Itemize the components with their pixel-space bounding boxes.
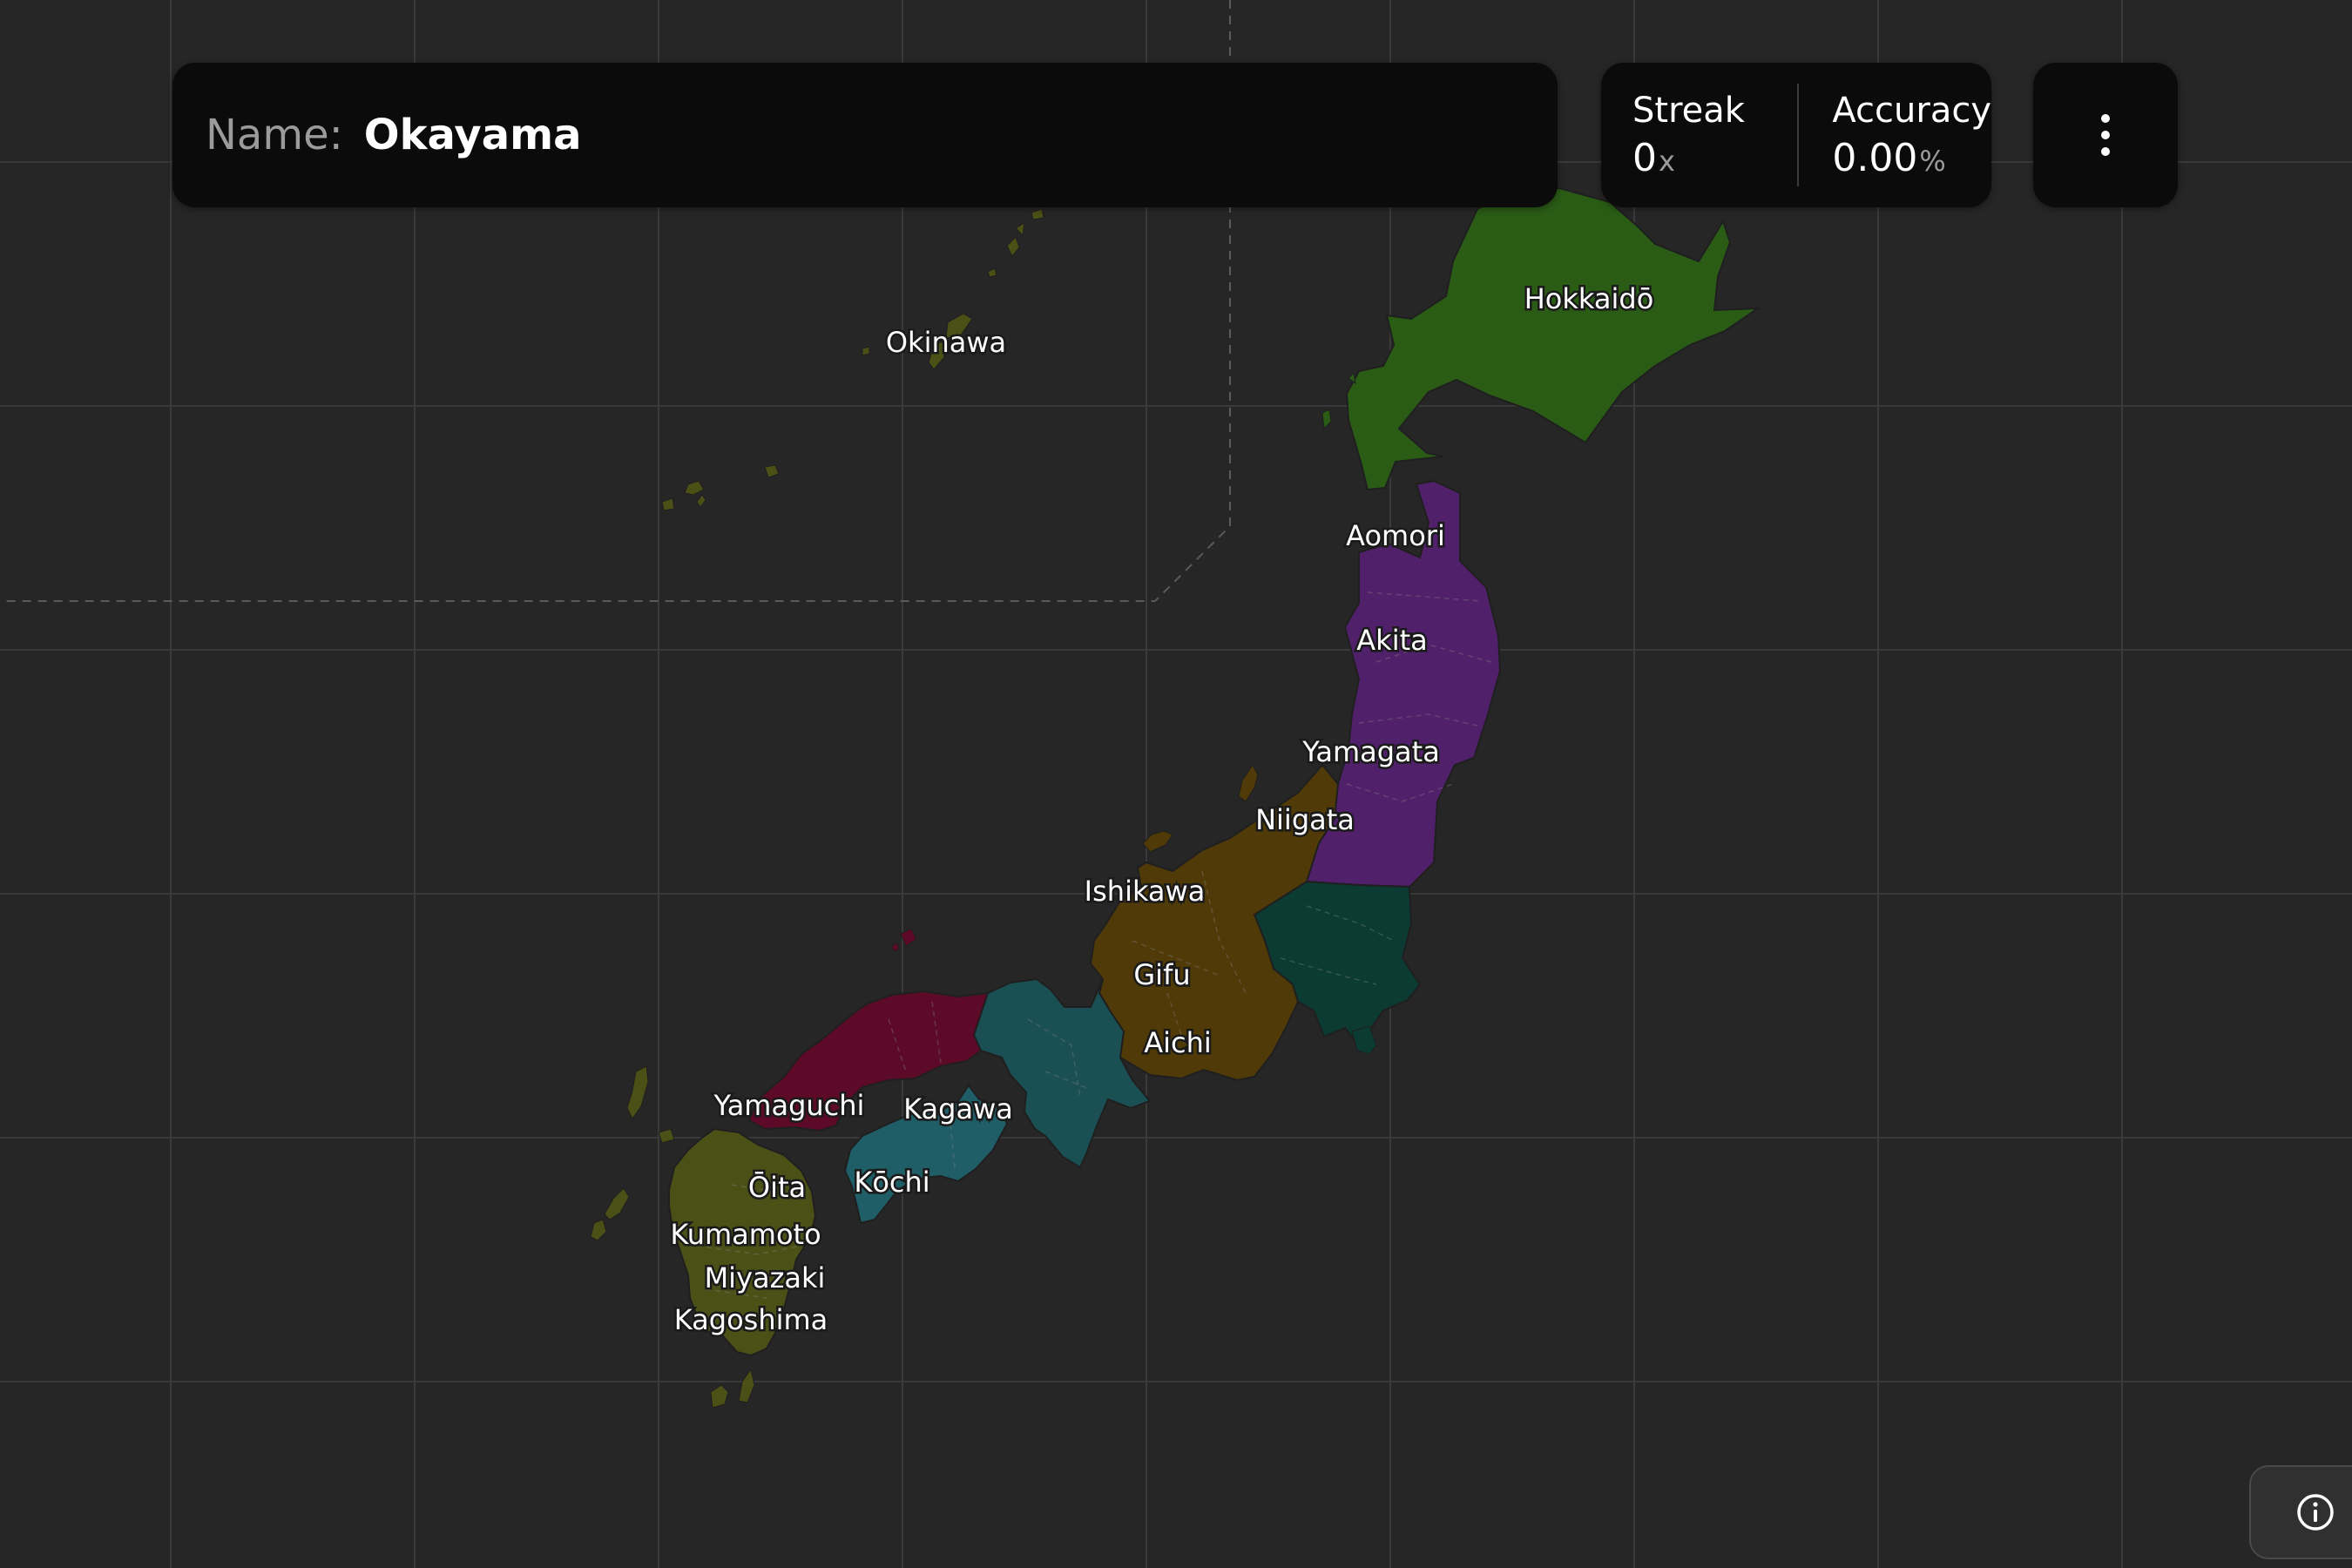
prompt-value: Okayama xyxy=(363,111,582,159)
kanto-peninsula xyxy=(1351,1025,1377,1055)
label-kumamoto: Kumamoto xyxy=(670,1218,821,1251)
label-okinawa: Okinawa xyxy=(886,326,1006,359)
prompt-card: Name: Okayama xyxy=(172,63,1558,207)
oki-islands xyxy=(891,928,917,952)
label-aomori: Aomori xyxy=(1346,519,1445,552)
accuracy-unit: % xyxy=(1919,144,1946,178)
label-miyazaki: Miyazaki xyxy=(705,1261,826,1294)
streak-value: 0 xyxy=(1632,135,1657,180)
prompt-label: Name: xyxy=(206,111,343,159)
streak-value-row: 0x xyxy=(1632,136,1797,180)
map-grid xyxy=(0,0,2352,1568)
info-button[interactable] xyxy=(2249,1465,2352,1559)
label-kochi: Kōchi xyxy=(854,1166,929,1199)
accuracy-stat: Accuracy 0.00% xyxy=(1799,63,1991,207)
okinawa-islands xyxy=(661,208,1044,511)
streak-unit: x xyxy=(1659,144,1675,178)
map-labels: Okinawa Hokkaidō Aomori Akita Yamagata N… xyxy=(668,280,1656,1339)
region-hokkaido[interactable] xyxy=(1345,186,1761,491)
label-gifu: Gifu xyxy=(1133,958,1190,991)
more-vertical-icon xyxy=(2101,114,2110,156)
info-icon xyxy=(2297,1494,2334,1531)
label-ishikawa: Ishikawa xyxy=(1085,875,1206,908)
label-kagawa: Kagawa xyxy=(903,1092,1013,1125)
label-akita: Akita xyxy=(1356,624,1427,657)
label-aichi: Aichi xyxy=(1144,1026,1212,1059)
stats-card: Streak 0x Accuracy 0.00% xyxy=(1601,63,1991,207)
streak-stat: Streak 0x xyxy=(1601,63,1797,207)
japan-map[interactable]: Okinawa Hokkaidō Aomori Akita Yamagata N… xyxy=(0,0,2352,1568)
label-yamaguchi: Yamaguchi xyxy=(713,1089,865,1122)
streak-title: Streak xyxy=(1632,90,1745,131)
label-hokkaido: Hokkaidō xyxy=(1524,282,1654,315)
label-oita: Ōita xyxy=(748,1171,806,1204)
more-options-button[interactable] xyxy=(2033,63,2178,207)
label-niigata: Niigata xyxy=(1255,803,1355,836)
label-yamagata: Yamagata xyxy=(1301,735,1440,768)
accuracy-title: Accuracy xyxy=(1832,90,1991,131)
label-kagoshima: Kagoshima xyxy=(674,1303,828,1336)
accuracy-value-row: 0.00% xyxy=(1832,136,1991,180)
map-app: Okinawa Hokkaidō Aomori Akita Yamagata N… xyxy=(0,0,2352,1568)
accuracy-value: 0.00 xyxy=(1832,135,1918,180)
